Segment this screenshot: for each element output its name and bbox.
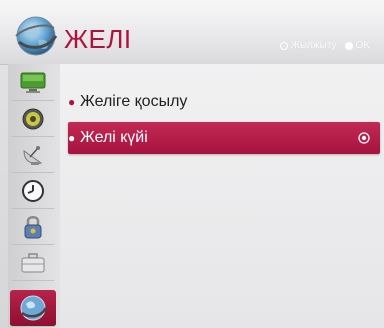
bullet-icon: ● [68, 131, 76, 145]
sidebar-item-time[interactable] [12, 174, 54, 209]
menu-panel: ● Желіге қосылу ● Желі күйі [60, 64, 384, 328]
sound-icon [22, 108, 44, 130]
ok-button-icon [358, 132, 370, 144]
picture-icon [20, 72, 46, 93]
sidebar-item-channel[interactable] [12, 138, 54, 173]
sidebar-item-option[interactable] [12, 246, 54, 281]
time-icon [22, 180, 44, 202]
network-globe-icon [20, 295, 48, 321]
page-title: ЖЕЛІ [64, 24, 132, 54]
menu-item-network-status[interactable]: ● Желі күйі [68, 122, 380, 154]
bullet-icon: ● [68, 95, 76, 109]
move-hint: Жылжыту [279, 40, 337, 51]
lock-icon [24, 216, 42, 239]
header-bar: ЖЕЛІ Жылжыту OK [0, 0, 384, 65]
settings-window: ЖЕЛІ Жылжыту OK ● Желіге қосылу ● Желі к… [0, 0, 384, 328]
channel-dish-icon [23, 146, 43, 165]
ok-button-icon [344, 41, 353, 50]
move-icon [279, 41, 288, 50]
sidebar-item-sound[interactable] [12, 102, 54, 137]
sidebar-item-network[interactable] [10, 290, 56, 327]
control-hints: Жылжыту OK [272, 40, 370, 51]
ok-hint: OK [344, 40, 370, 51]
sidebar-item-picture[interactable] [12, 66, 54, 101]
network-globe-icon [14, 14, 58, 58]
sidebar-item-lock[interactable] [12, 210, 54, 245]
option-briefcase-icon [21, 253, 45, 273]
move-hint-label: Жылжыту [290, 40, 337, 51]
menu-item-label: Желі күйі [80, 129, 148, 146]
category-sidebar [8, 64, 61, 328]
ok-hint-label: OK [355, 40, 370, 51]
menu-item-label: Желіге қосылу [80, 93, 188, 110]
menu-item-network-connection[interactable]: ● Желіге қосылу [68, 86, 380, 118]
